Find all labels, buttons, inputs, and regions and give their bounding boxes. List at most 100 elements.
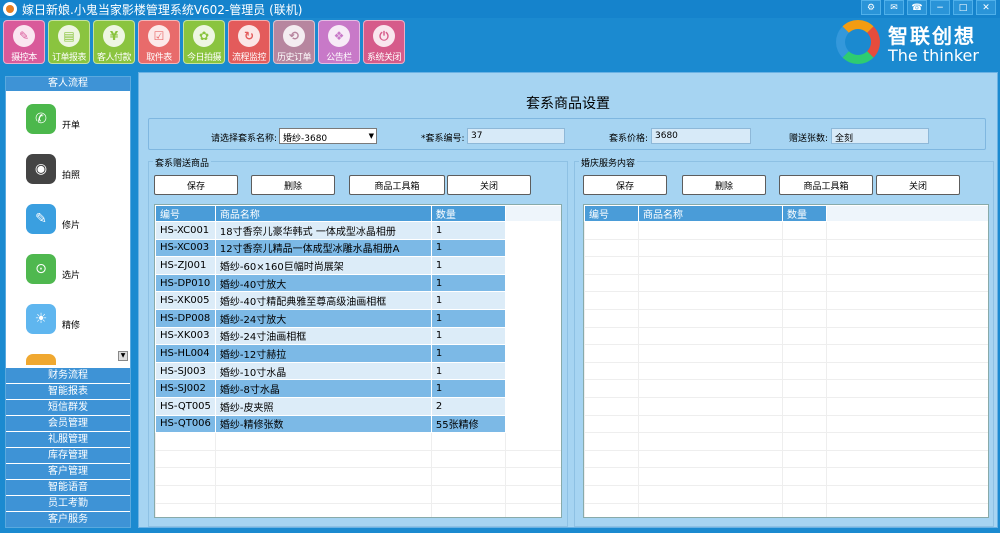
sidebar-section-6[interactable]: 客户管理	[6, 464, 130, 479]
toolbar-button-5[interactable]: ↻ 流程监控	[228, 20, 270, 64]
empty-cell	[638, 361, 783, 381]
mail-icon[interactable]: ✉	[884, 0, 904, 15]
column-header[interactable]: 编号	[155, 205, 216, 222]
close-group-button[interactable]: 关闭	[876, 175, 960, 195]
window-title: 嫁日新娘.小鬼当家影楼管理系统V602-管理员 (联机)	[22, 2, 303, 17]
toolbar-button-4[interactable]: ✿ 今日拍摄	[183, 20, 225, 64]
table-row[interactable]: HS-XC001 18寸香奈儿豪华韩式 一体成型冰晶相册 1	[155, 221, 561, 240]
empty-row	[584, 273, 988, 293]
table-row[interactable]: HS-XK005 婚纱-40寸精配典雅至尊高级油画相框 1	[155, 291, 561, 310]
gift-products-table: 编号 商品名称 数量 HS-XC001 18寸香奈儿豪华韩式 一体成型冰晶相册 1 HS-X…	[154, 204, 562, 518]
sidebar-item-3[interactable]: ⊙ 选片	[26, 249, 126, 289]
column-header[interactable]: 编号	[584, 205, 639, 222]
table-cell: 婚纱-精修张数	[214, 414, 432, 434]
gift-label: 赠送张数:	[789, 134, 829, 144]
table-filler-cell	[504, 344, 561, 363]
table-row[interactable]: HS-QT006 婚纱-精修张数 55张精修	[155, 414, 561, 434]
code-field[interactable]: 37	[467, 128, 565, 144]
maximize-button[interactable]: □	[953, 0, 973, 15]
sidebar-item-4[interactable]: ☀ 精修	[26, 299, 126, 339]
phone-icon[interactable]: ☎	[907, 0, 927, 15]
table-row[interactable]: HS-SJ002 婚纱-8寸水晶 1	[155, 379, 561, 398]
sidebar-item-partial[interactable]	[26, 349, 126, 365]
sidebar-section-2[interactable]: 短信群发	[6, 400, 130, 415]
product-toolbox-button[interactable]: 商品工具箱	[779, 175, 873, 195]
sidebar-section-1[interactable]: 智能报表	[6, 384, 130, 399]
sidebar-header[interactable]: 客人流程	[6, 77, 130, 91]
empty-cell	[826, 344, 988, 363]
toolbar-button-3[interactable]: ☑ 取件表	[138, 20, 180, 64]
toolbar-button-label: 取件表	[146, 53, 172, 63]
toolbar-button-0[interactable]: ✎ 摄控本	[3, 20, 45, 64]
toolbar-button-2[interactable]: ¥ 客人付款	[93, 20, 135, 64]
empty-cell	[155, 467, 216, 486]
sidebar-item-1[interactable]: ◉ 拍照	[26, 149, 126, 189]
table-row[interactable]: HS-XK003 婚纱-24寸油画相框 1	[155, 326, 561, 346]
package-label: 请选择套系名称:	[211, 134, 278, 144]
minimize-button[interactable]: −	[930, 0, 950, 15]
sidebar-section-5[interactable]: 库存管理	[6, 448, 130, 463]
delete-button[interactable]: 删除	[251, 175, 335, 195]
gift-field[interactable]: 全刻	[831, 128, 929, 144]
sidebar-item-label: 修片	[62, 220, 81, 231]
empty-row	[155, 432, 561, 451]
table-row[interactable]: HS-DP010 婚纱-40寸放大 1	[155, 273, 561, 293]
sidebar-item-0[interactable]: ✆ 开单	[26, 99, 126, 139]
column-header[interactable]: 商品名称	[638, 205, 783, 222]
toolbar-button-8[interactable]: ⏻ 系统关闭	[363, 20, 405, 64]
table-row[interactable]: HS-DP008 婚纱-24寸放大 1	[155, 308, 561, 328]
gift-products-group: 套系赠送商品 保存 删除 商品工具箱 关闭 编号 商品名称 数量 HS-XC001 18…	[148, 156, 568, 527]
toolbar-button-6[interactable]: ⟲ 历史订单	[273, 20, 315, 64]
empty-cell	[584, 238, 639, 258]
empty-row	[584, 308, 988, 328]
delete-button[interactable]: 删除	[682, 175, 766, 195]
column-header[interactable]: 商品名称	[214, 205, 432, 222]
sidebar-section-8[interactable]: 员工考勤	[6, 496, 130, 511]
sidebar-section-4[interactable]: 礼服管理	[6, 432, 130, 447]
sidebar-section-3[interactable]: 会员管理	[6, 416, 130, 431]
column-header[interactable]: 数量	[430, 205, 506, 222]
table-cell: 55张精修	[430, 414, 506, 434]
pickup-icon: ☑	[148, 25, 170, 47]
empty-cell	[826, 256, 988, 275]
table-cell: 18寸香奈儿豪华韩式 一体成型冰晶相册	[214, 221, 432, 240]
empty-cell	[782, 432, 827, 451]
sidebar: 客人流程 ✆ 开单 ◉ 拍照 ✎ 修片 ⊙ 选片 ☀ 精修 ▼ 财务流程 智能报表 短信群发 会员管理礼…	[5, 76, 131, 528]
table-row[interactable]: HS-ZJ001 婚纱-60×160巨幅时尚展架 1	[155, 256, 561, 275]
sidebar-item-label: 选片	[62, 270, 81, 281]
chevron-down-icon: ▼	[368, 132, 374, 140]
table-row[interactable]: HS-HL004 婚纱-12寸赫拉 1	[155, 344, 561, 363]
sidebar-scroll-down-icon[interactable]: ▼	[118, 351, 128, 361]
close-button[interactable]: ✕	[976, 0, 996, 15]
toolbar-button-label: 公告栏	[326, 53, 352, 63]
empty-cell	[638, 432, 783, 451]
save-button[interactable]: 保存	[583, 175, 667, 195]
toolbar-button-1[interactable]: ▤ 订单报表	[48, 20, 90, 64]
sidebar-section-7[interactable]: 智能语音	[6, 480, 130, 495]
table-filler-cell	[504, 256, 561, 275]
report-icon: ▤	[58, 25, 80, 47]
table-row[interactable]: HS-XC003 12寸香奈儿精品一体成型冰雕水晶相册A 1	[155, 238, 561, 258]
close-group-button[interactable]: 关闭	[447, 175, 531, 195]
table-row[interactable]: HS-SJ003 婚纱-10寸水晶 1	[155, 361, 561, 381]
save-button[interactable]: 保存	[154, 175, 238, 195]
product-toolbox-button[interactable]: 商品工具箱	[349, 175, 445, 195]
sidebar-item-label: 开单	[62, 120, 81, 131]
toolbar-button-7[interactable]: ❖ 公告栏	[318, 20, 360, 64]
sidebar-item-2[interactable]: ✎ 修片	[26, 199, 126, 239]
table-cell: HS-SJ002	[155, 379, 216, 398]
phone-icon: ✆	[26, 104, 56, 134]
settings-icon[interactable]: ⚙	[861, 0, 881, 15]
empty-cell	[584, 308, 639, 328]
empty-cell	[826, 432, 988, 451]
power-icon: ⏻	[373, 25, 395, 47]
package-select[interactable]: 婚纱-3680 ▼	[279, 128, 377, 144]
column-header[interactable]: 数量	[782, 205, 827, 222]
sidebar-section-9[interactable]: 客户服务	[6, 512, 130, 527]
toolbar-button-label: 订单报表	[51, 53, 87, 63]
table-row[interactable]: HS-QT005 婚纱-皮夹照 2	[155, 396, 561, 416]
price-field[interactable]: 3680	[651, 128, 751, 144]
sidebar-section-0[interactable]: 财务流程	[6, 368, 130, 383]
empty-cell	[826, 361, 988, 381]
wedding-services-table: 编号 商品名称 数量	[583, 204, 989, 518]
